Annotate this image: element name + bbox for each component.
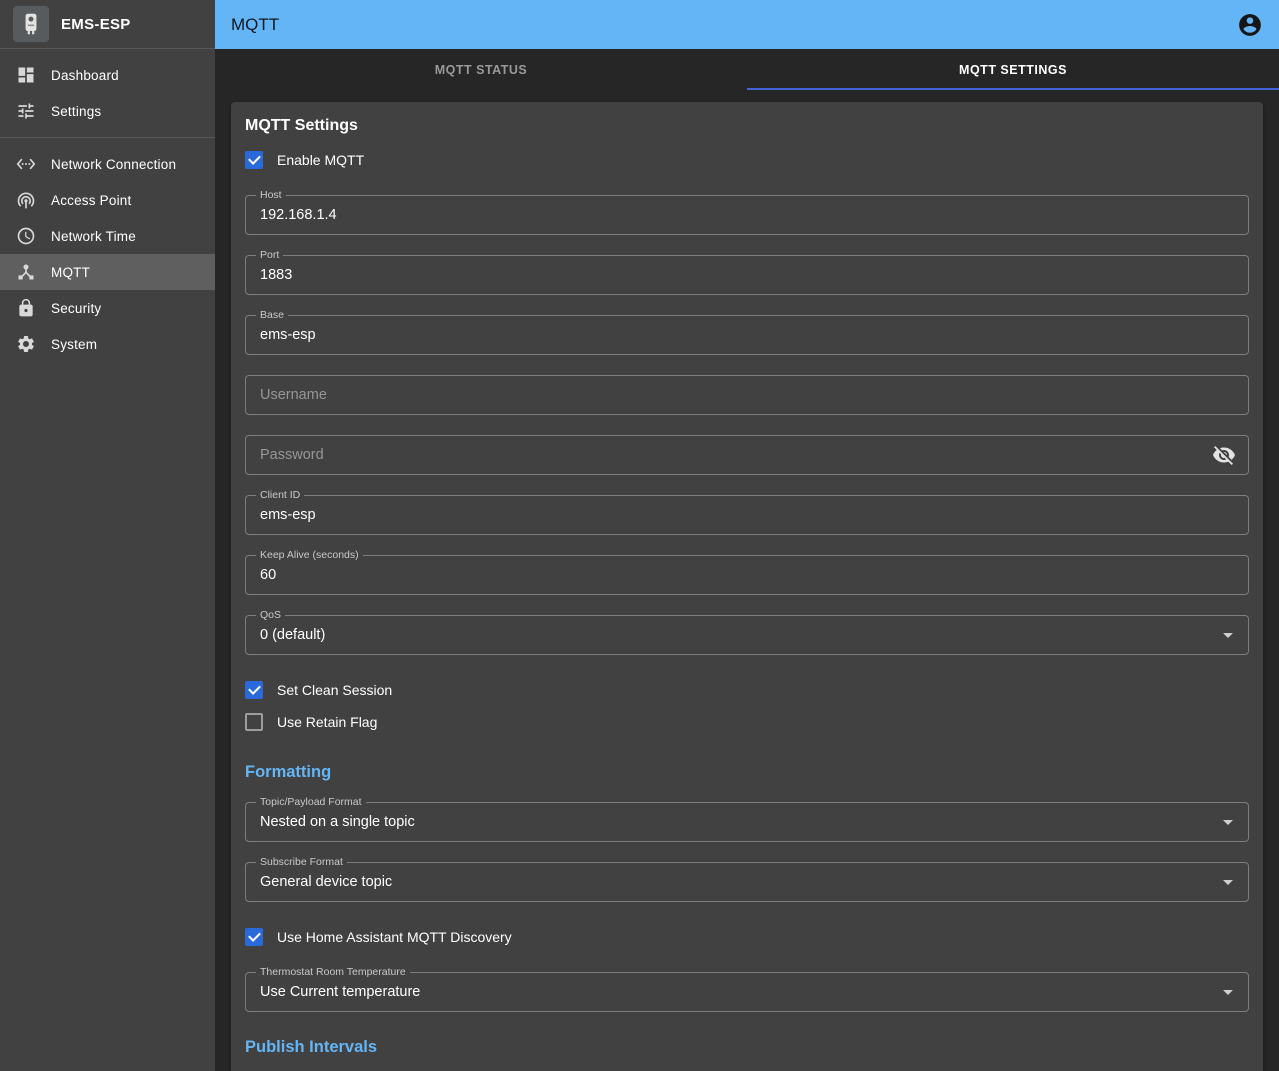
- sidebar-item-dashboard[interactable]: Dashboard: [0, 57, 215, 93]
- content-area: MQTT Settings Enable MQTT Host Port Base: [215, 90, 1279, 1071]
- wifi-tethering-icon: [16, 190, 36, 210]
- sidebar-item-label: Security: [51, 301, 101, 316]
- keep-alive-field-label: Keep Alive (seconds): [256, 549, 363, 562]
- qos-select-value: 0 (default): [246, 627, 1216, 643]
- tab-mqtt-settings[interactable]: MQTT SETTINGS: [747, 49, 1279, 90]
- sidebar-item-label: MQTT: [51, 265, 90, 280]
- gear-icon: [16, 334, 36, 354]
- mqtt-settings-card: MQTT Settings Enable MQTT Host Port Base: [231, 102, 1263, 1071]
- sidebar-item-settings[interactable]: Settings: [0, 93, 215, 129]
- clock-icon: [16, 226, 36, 246]
- topic-format-select-label: Topic/Payload Format: [256, 796, 366, 809]
- port-field: Port: [245, 255, 1249, 295]
- thermostat-room-temp-select-value: Use Current temperature: [246, 984, 1216, 1000]
- qos-select[interactable]: QoS 0 (default): [245, 615, 1249, 655]
- host-field: Host: [245, 195, 1249, 235]
- client-id-field-label: Client ID: [256, 489, 304, 502]
- host-field-label: Host: [256, 189, 286, 202]
- keep-alive-input[interactable]: [246, 556, 1248, 594]
- username-field: [245, 375, 1249, 415]
- client-id-field: Client ID: [245, 495, 1249, 535]
- sidebar-item-network-connection[interactable]: Network Connection: [0, 146, 215, 182]
- sidebar-item-network-time[interactable]: Network Time: [0, 218, 215, 254]
- sidebar: EMS-ESP Dashboard Settings Network: [0, 0, 215, 1071]
- enable-mqtt-label: Enable MQTT: [277, 152, 364, 168]
- subscribe-format-select-value: General device topic: [246, 874, 1216, 890]
- subscribe-format-select[interactable]: Subscribe Format General device topic: [245, 862, 1249, 902]
- retain-flag-checkbox[interactable]: [245, 713, 263, 731]
- subscribe-format-select-label: Subscribe Format: [256, 856, 347, 869]
- ha-discovery-label: Use Home Assistant MQTT Discovery: [277, 929, 512, 945]
- topic-format-select[interactable]: Topic/Payload Format Nested on a single …: [245, 802, 1249, 842]
- host-input[interactable]: [246, 196, 1248, 234]
- publish-intervals-section-heading: Publish Intervals: [245, 1038, 1249, 1057]
- sidebar-item-label: Network Time: [51, 229, 136, 244]
- client-id-input[interactable]: [246, 496, 1248, 534]
- tab-mqtt-status[interactable]: MQTT STATUS: [215, 49, 747, 90]
- dropdown-caret-icon: [1216, 623, 1240, 647]
- lock-icon: [16, 298, 36, 318]
- keep-alive-field: Keep Alive (seconds): [245, 555, 1249, 595]
- account-circle-icon[interactable]: [1237, 12, 1263, 38]
- tab-bar: MQTT STATUS MQTT SETTINGS: [215, 49, 1279, 90]
- ha-discovery-checkbox[interactable]: [245, 928, 263, 946]
- sidebar-header: EMS-ESP: [0, 0, 215, 49]
- port-field-label: Port: [256, 249, 283, 262]
- ethernet-icon: [16, 154, 36, 174]
- username-input[interactable]: [246, 376, 1248, 414]
- sidebar-item-label: System: [51, 337, 97, 352]
- appbar: MQTT: [215, 0, 1279, 49]
- main-column: MQTT MQTT STATUS MQTT SETTINGS MQTT Sett…: [215, 0, 1279, 1071]
- sidebar-item-label: Dashboard: [51, 68, 119, 83]
- sidebar-divider: [0, 137, 215, 138]
- thermostat-room-temp-select[interactable]: Thermostat Room Temperature Use Current …: [245, 972, 1249, 1012]
- tune-icon: [16, 101, 36, 121]
- app-root: EMS-ESP Dashboard Settings Network: [0, 0, 1279, 1071]
- sidebar-item-system[interactable]: System: [0, 326, 215, 362]
- sidebar-item-mqtt[interactable]: MQTT: [0, 254, 215, 290]
- topic-format-select-value: Nested on a single topic: [246, 814, 1216, 830]
- qos-select-label: QoS: [256, 609, 285, 622]
- sidebar-nav: Dashboard Settings Network Connection: [0, 49, 215, 362]
- base-field: Base: [245, 315, 1249, 355]
- enable-mqtt-checkbox-row[interactable]: Enable MQTT: [245, 145, 1249, 175]
- device-hub-icon: [16, 262, 36, 282]
- dashboard-icon: [16, 65, 36, 85]
- dropdown-caret-icon: [1216, 980, 1240, 1004]
- clean-session-checkbox[interactable]: [245, 681, 263, 699]
- clean-session-label: Set Clean Session: [277, 682, 392, 698]
- port-input[interactable]: [246, 256, 1248, 294]
- retain-flag-label: Use Retain Flag: [277, 714, 377, 730]
- password-input[interactable]: [246, 436, 1212, 474]
- sidebar-item-label: Network Connection: [51, 157, 176, 172]
- password-field: [245, 435, 1249, 475]
- thermostat-room-temp-select-label: Thermostat Room Temperature: [256, 966, 410, 979]
- formatting-section-heading: Formatting: [245, 763, 1249, 782]
- base-input[interactable]: [246, 316, 1248, 354]
- sidebar-item-label: Access Point: [51, 193, 131, 208]
- clean-session-checkbox-row[interactable]: Set Clean Session: [245, 675, 1249, 705]
- enable-mqtt-checkbox[interactable]: [245, 151, 263, 169]
- dropdown-caret-icon: [1216, 810, 1240, 834]
- sidebar-item-access-point[interactable]: Access Point: [0, 182, 215, 218]
- visibility-off-icon[interactable]: [1212, 443, 1236, 467]
- form-title: MQTT Settings: [245, 117, 1249, 135]
- sidebar-item-label: Settings: [51, 104, 101, 119]
- base-field-label: Base: [256, 309, 288, 322]
- page-title: MQTT: [231, 15, 279, 35]
- sidebar-item-security[interactable]: Security: [0, 290, 215, 326]
- app-title: EMS-ESP: [61, 16, 131, 33]
- ha-discovery-checkbox-row[interactable]: Use Home Assistant MQTT Discovery: [245, 922, 1249, 952]
- boiler-device-icon: [13, 6, 49, 42]
- dropdown-caret-icon: [1216, 870, 1240, 894]
- retain-flag-checkbox-row[interactable]: Use Retain Flag: [245, 707, 1249, 737]
